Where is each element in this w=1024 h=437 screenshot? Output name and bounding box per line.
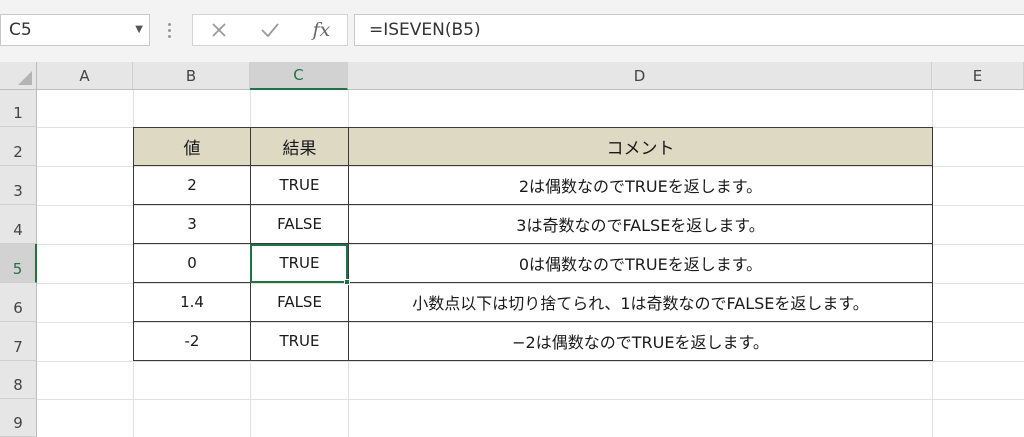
gridline [37,399,1024,400]
cell-value[interactable]: -2 [133,321,251,361]
cell-comment[interactable]: 0は偶数なのでTRUEを返します。 [348,243,933,283]
table-row: 1.4 FALSE 小数点以下は切り捨てられ、1は奇数なのでFALSEを返します… [133,282,933,322]
formula-buttons: fx [192,14,348,46]
insert-function-button[interactable]: fx [296,15,347,45]
row-header-9[interactable]: 9 [0,399,37,437]
header-result[interactable]: 結果 [250,127,349,166]
row-header-3[interactable]: 3 [0,166,37,205]
header-comment[interactable]: コメント [348,127,933,166]
select-all-button[interactable] [0,62,37,90]
select-all-icon [18,71,32,85]
row-header-1[interactable]: 1 [0,90,37,127]
column-header-e[interactable]: E [932,62,1024,90]
cell-comment[interactable]: 2は偶数なのでTRUEを返します。 [348,165,933,205]
table-row: 2 TRUE 2は偶数なのでTRUEを返します。 [133,165,933,205]
cell-comment[interactable]: −2は偶数なのでTRUEを返します。 [348,321,933,361]
row-header-7[interactable]: 7 [0,322,37,361]
name-box-value: C5 [9,20,32,40]
cell-value[interactable]: 0 [133,243,251,283]
formula-bar-area: C5 ▼ fx =ISEVEN(B5) [0,0,1024,62]
close-icon[interactable] [193,15,244,45]
name-box[interactable]: C5 ▼ [0,14,150,46]
cell-value[interactable]: 1.4 [133,282,251,322]
spreadsheet-window: C5 ▼ fx =ISEVEN(B5) A B C D E 1 2 3 4 5 … [0,0,1024,437]
cell-result[interactable]: TRUE [250,321,349,361]
cell-value[interactable]: 3 [133,204,251,244]
header-value[interactable]: 値 [133,127,251,166]
cell-comment[interactable]: 小数点以下は切り捨てられ、1は奇数なのでFALSEを返します。 [348,282,933,322]
column-header-d[interactable]: D [348,62,932,90]
cell-result-selected[interactable]: TRUE [250,243,349,283]
column-header-c[interactable]: C [250,62,348,90]
cell-comment[interactable]: 3は奇数なのでFALSEを返します。 [348,204,933,244]
column-header-a[interactable]: A [37,62,133,90]
formula-input[interactable]: =ISEVEN(B5) [354,14,1024,46]
row-header-2[interactable]: 2 [0,127,37,166]
more-options-icon[interactable] [162,14,176,46]
table-header-row: 値 結果 コメント [133,127,933,166]
data-table: 値 結果 コメント 2 TRUE 2は偶数なのでTRUEを返します。 3 FAL… [133,127,933,361]
cell-value[interactable]: 2 [133,165,251,205]
chevron-down-icon[interactable]: ▼ [135,24,143,35]
gridline [37,361,1024,362]
cell-result[interactable]: TRUE [250,165,349,205]
formula-text: =ISEVEN(B5) [369,20,481,40]
table-row: 0 TRUE 0は偶数なのでTRUEを返します。 [133,243,933,283]
cell-result[interactable]: FALSE [250,282,349,322]
check-icon[interactable] [244,15,295,45]
column-header-b[interactable]: B [133,62,250,90]
row-header-4[interactable]: 4 [0,205,37,244]
row-header-6[interactable]: 6 [0,283,37,322]
row-header-5[interactable]: 5 [0,244,37,283]
cell-result[interactable]: FALSE [250,204,349,244]
table-row: 3 FALSE 3は奇数なのでFALSEを返します。 [133,204,933,244]
row-header-8[interactable]: 8 [0,361,37,399]
table-row: -2 TRUE −2は偶数なのでTRUEを返します。 [133,321,933,361]
